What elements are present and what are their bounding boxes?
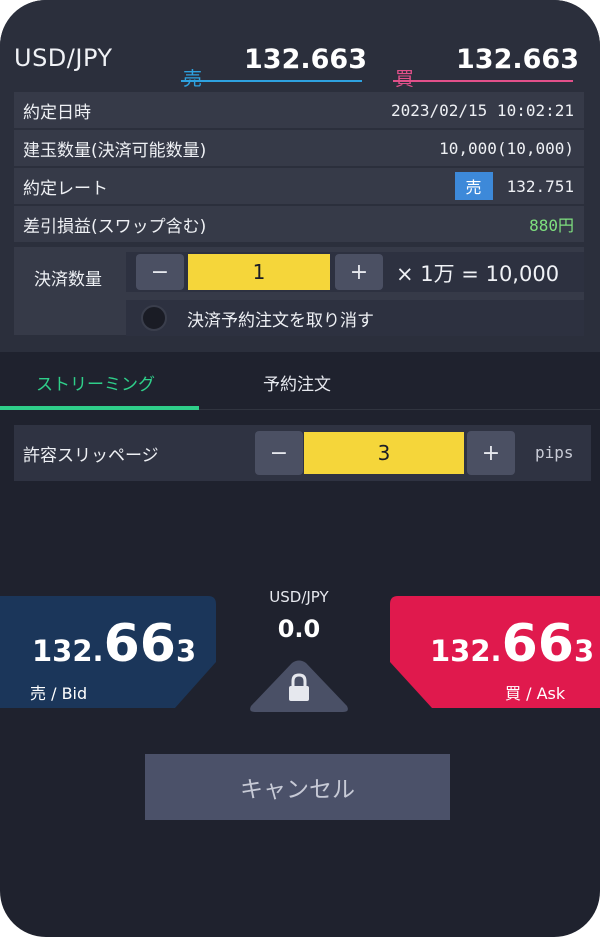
slippage-unit: pips <box>535 443 574 462</box>
contract-datetime-label: 約定日時 <box>23 102 91 123</box>
contract-datetime-value: 2023/02/15 10:02:21 <box>390 100 574 120</box>
pnl-row: 差引損益(スワップ含む) 880円 <box>14 206 584 242</box>
tab-streaming[interactable]: ストリーミング <box>36 370 155 395</box>
slippage-minus-button[interactable]: − <box>255 431 303 475</box>
buy-label: 買 <box>395 68 415 90</box>
bid-price-last: 3 <box>175 634 197 668</box>
qty-minus-button[interactable]: − <box>136 254 184 290</box>
contract-rate-value: 132.751 <box>506 176 574 196</box>
contract-datetime-row: 約定日時 2023/02/15 10:02:21 <box>14 92 584 128</box>
buy-underline <box>393 80 573 82</box>
ask-price-last: 3 <box>573 634 595 668</box>
active-tab-indicator <box>0 406 199 410</box>
bid-price-large: 66 <box>103 614 176 674</box>
bid-price: 132.663 <box>32 614 196 674</box>
bid-label: 売 / Bid <box>30 684 88 703</box>
qty-input[interactable]: 1 <box>188 254 330 290</box>
buy-price: 132.663 <box>456 44 579 75</box>
cancel-button[interactable]: キャンセル <box>145 754 450 820</box>
slippage-label: 許容スリッページ <box>23 446 159 466</box>
settlement-qty-label: 決済数量 <box>34 270 102 290</box>
contract-rate-label: 約定レート <box>23 178 108 199</box>
spread-value: 0.0 <box>277 615 321 643</box>
quote-pair: USD/JPY <box>269 588 329 606</box>
tab-reserve-order[interactable]: 予約注文 <box>263 370 331 395</box>
position-qty-label: 建玉数量(決済可能数量) <box>23 140 207 161</box>
cancel-reserve-label: 決済予約注文を取り消す <box>187 311 374 331</box>
sell-side-badge: 売 <box>454 172 493 200</box>
bid-price-small: 132. <box>32 634 104 668</box>
contract-rate-wrap: 売 132.751 <box>454 172 574 200</box>
ask-price: 132.663 <box>430 614 594 674</box>
cancel-reserve-radio[interactable] <box>141 305 167 331</box>
qty-multiplier: × 1万 = 10,000 <box>396 262 560 286</box>
contract-rate-row: 約定レート 売 132.751 <box>14 168 584 204</box>
sell-underline <box>181 80 362 82</box>
sell-label: 売 <box>183 68 203 90</box>
position-qty-row: 建玉数量(決済可能数量) 10,000(10,000) <box>14 130 584 166</box>
ask-price-large: 66 <box>501 614 574 674</box>
slippage-input[interactable]: 3 <box>304 432 464 474</box>
currency-pair: USD/JPY <box>14 44 113 72</box>
qty-plus-button[interactable]: + <box>335 254 383 290</box>
pnl-label: 差引損益(スワップ含む) <box>23 216 207 237</box>
pnl-value: 880円 <box>529 216 574 235</box>
sell-price: 132.663 <box>244 44 367 75</box>
slippage-plus-button[interactable]: + <box>467 431 515 475</box>
phone-screen: USD/JPY 売 132.663 買 132.663 約定日時 2023/02… <box>0 0 600 937</box>
ask-label: 買 / Ask <box>505 684 566 703</box>
ask-price-small: 132. <box>430 634 502 668</box>
position-qty-value: 10,000(10,000) <box>439 138 574 158</box>
lock-icon[interactable] <box>248 660 350 714</box>
